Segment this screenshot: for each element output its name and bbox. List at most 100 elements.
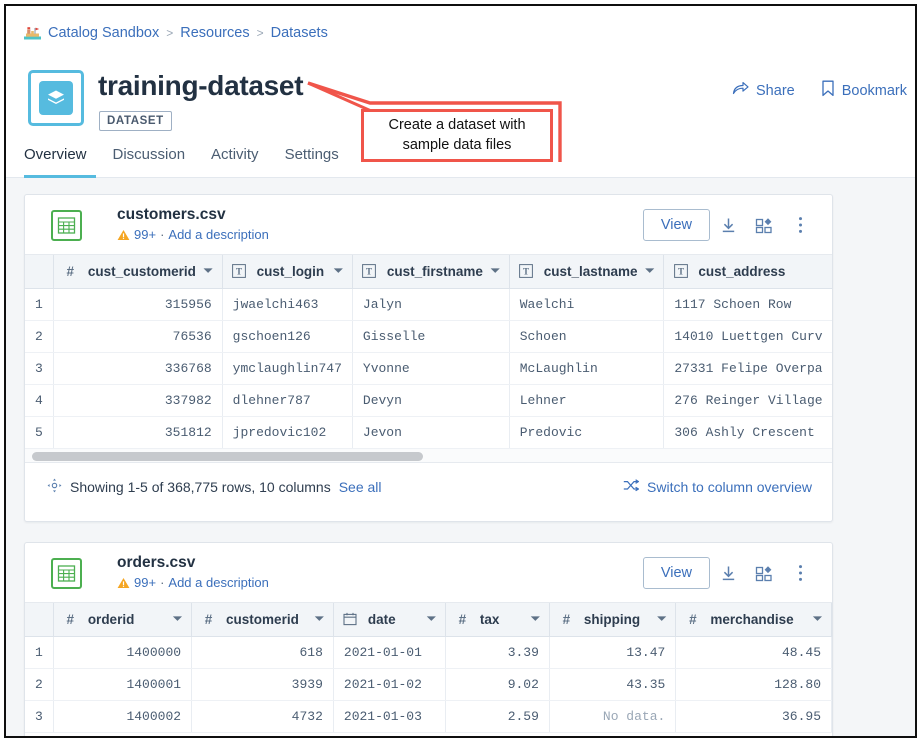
card-footer: Showing 1-5 of 368,775 rows, 10 columns … xyxy=(25,463,832,511)
breadcrumb-item-datasets[interactable]: Datasets xyxy=(271,25,328,41)
chevron-down-icon[interactable]: ⏷ xyxy=(173,613,182,626)
column-header-merchandise[interactable]: # merchandise ⏷ xyxy=(675,603,832,637)
card-header-actions: View xyxy=(642,208,818,242)
more-vertical-icon[interactable] xyxy=(782,208,818,242)
row-index: 2 xyxy=(25,320,54,353)
cell-orderid: 1400000 xyxy=(53,636,193,669)
data-grid-customers[interactable]: # cust_customerid ⏷ T cust_login ⏷ T cus… xyxy=(25,255,832,449)
breadcrumb-item-catalog-sandbox[interactable]: Catalog Sandbox xyxy=(48,25,159,41)
add-to-collection-icon[interactable] xyxy=(746,556,782,590)
download-icon[interactable] xyxy=(710,556,746,590)
column-header-tax[interactable]: # tax ⏷ xyxy=(445,603,550,637)
chevron-down-icon[interactable]: ⏷ xyxy=(531,613,540,626)
row-index: 1 xyxy=(25,636,54,669)
cell-cust_customerid: 337982 xyxy=(53,384,223,417)
csv-file-icon xyxy=(51,558,82,589)
footer-summary: Showing 1-5 of 368,775 rows, 10 columns … xyxy=(47,478,382,496)
chevron-down-icon[interactable]: ⏷ xyxy=(427,613,436,626)
chevron-down-icon[interactable]: ⏷ xyxy=(813,613,822,626)
row-index: 5 xyxy=(25,416,54,449)
cell-tax: 2.59 xyxy=(445,700,550,733)
table-row[interactable]: 2 76536 gschoen126 Gisselle Schoen 14010… xyxy=(25,320,832,353)
add-description-link[interactable]: Add a description xyxy=(168,227,268,242)
add-to-collection-icon[interactable] xyxy=(746,208,782,242)
column-header-cust_address[interactable]: T cust_address xyxy=(663,255,832,289)
column-label: merchandise xyxy=(710,611,794,627)
cell-cust_customerid: 336768 xyxy=(53,352,223,385)
cell-cust_login: ymclaughlin747 xyxy=(222,352,353,385)
table-row[interactable]: 4 337982 dlehner787 Devyn Lehner 276 Rei… xyxy=(25,384,832,417)
tab-overview[interactable]: Overview xyxy=(24,146,87,172)
chevron-down-icon[interactable]: ⏷ xyxy=(315,613,324,626)
add-description-link[interactable]: Add a description xyxy=(168,575,268,590)
table-row[interactable]: 1 315956 jwaelchi463 Jalyn Waelchi 1117 … xyxy=(25,288,832,321)
cell-date: 2021-01-02 xyxy=(333,668,446,701)
page-root: Catalog Sandbox > Resources > Datasets t… xyxy=(6,6,915,736)
switch-to-column-overview-button[interactable]: Switch to column overview xyxy=(623,479,812,495)
column-label: orderid xyxy=(87,611,135,627)
column-header-orderid[interactable]: # orderid ⏷ xyxy=(53,603,193,637)
column-header-cust_login[interactable]: T cust_login ⏷ xyxy=(222,255,353,289)
cell-tax: 3.39 xyxy=(445,636,550,669)
view-button[interactable]: View xyxy=(642,557,710,589)
tab-settings[interactable]: Settings xyxy=(285,146,339,172)
cell-cust_firstname: Gisselle xyxy=(352,320,510,353)
table-row[interactable]: 3 1400002 4732 2021-01-03 2.59 No data. … xyxy=(25,700,832,733)
share-button[interactable]: Share xyxy=(732,81,795,100)
chevron-down-icon[interactable]: ⏷ xyxy=(334,265,343,278)
svg-text:T: T xyxy=(523,267,529,277)
file-name: customers.csv xyxy=(117,206,226,223)
chevron-down-icon[interactable]: ⏷ xyxy=(646,265,655,278)
switch-label: Switch to column overview xyxy=(647,478,812,495)
scrollbar-thumb[interactable] xyxy=(32,451,423,461)
column-header-cust_lastname[interactable]: T cust_lastname ⏷ xyxy=(509,255,665,289)
file-name: orders.csv xyxy=(117,554,196,571)
table-row[interactable]: 1 1400000 618 2021-01-01 3.39 13.47 48.4… xyxy=(25,636,832,669)
cell-cust_address: 276 Reinger Village xyxy=(663,384,832,417)
column-header-shipping[interactable]: # shipping ⏷ xyxy=(549,603,677,637)
bookmark-button[interactable]: Bookmark xyxy=(821,80,907,101)
download-icon[interactable] xyxy=(710,208,746,242)
column-label: cust_customerid xyxy=(87,263,196,279)
warning-count[interactable]: 99+ xyxy=(134,575,156,590)
number-type-icon: # xyxy=(66,611,75,627)
warning-count[interactable]: 99+ xyxy=(134,227,156,242)
column-header-customerid[interactable]: # customerid ⏷ xyxy=(191,603,334,637)
page-title: training-dataset xyxy=(98,70,304,101)
table-row[interactable]: 3 336768 ymclaughlin747 Yvonne McLaughli… xyxy=(25,352,832,385)
csv-file-icon xyxy=(51,210,82,241)
table-header-row: # cust_customerid ⏷ T cust_login ⏷ T cus… xyxy=(25,255,832,289)
breadcrumb-item-resources[interactable]: Resources xyxy=(180,25,249,41)
breadcrumb-separator: > xyxy=(166,25,174,40)
see-all-link[interactable]: See all xyxy=(339,479,382,495)
view-button[interactable]: View xyxy=(642,209,710,241)
resize-grid-icon[interactable] xyxy=(47,478,62,496)
column-header-cust_customerid[interactable]: # cust_customerid ⏷ xyxy=(53,255,223,289)
chevron-down-icon[interactable]: ⏷ xyxy=(491,265,500,278)
tab-activity[interactable]: Activity xyxy=(211,146,259,172)
row-index: 3 xyxy=(25,700,54,733)
bookmark-label: Bookmark xyxy=(841,82,907,99)
dataset-file-card-orders: orders.csv 99+ · Add a description View xyxy=(24,542,833,736)
chevron-down-icon[interactable]: ⏷ xyxy=(658,613,667,626)
table-row[interactable]: 5 351812 jpredovic102 Jevon Predovic 306… xyxy=(25,416,832,449)
column-header-date[interactable]: date ⏷ xyxy=(333,603,446,637)
column-header-cust_firstname[interactable]: T cust_firstname ⏷ xyxy=(352,255,510,289)
cell-merchandise: 48.45 xyxy=(675,636,832,669)
cell-cust_address: 14010 Luettgen Curv xyxy=(663,320,832,353)
card-header: orders.csv 99+ · Add a description View xyxy=(25,543,832,603)
chevron-down-icon[interactable]: ⏷ xyxy=(204,265,213,278)
cell-cust_firstname: Jevon xyxy=(352,416,510,449)
data-table: # cust_customerid ⏷ T cust_login ⏷ T cus… xyxy=(25,255,832,449)
horizontal-scrollbar[interactable] xyxy=(25,448,832,463)
cell-cust_firstname: Yvonne xyxy=(352,352,510,385)
cell-cust_login: dlehner787 xyxy=(222,384,353,417)
data-grid-orders[interactable]: # orderid ⏷ # customerid ⏷ date ⏷ # tax … xyxy=(25,603,832,733)
table-row[interactable]: 2 1400001 3939 2021-01-02 9.02 43.35 128… xyxy=(25,668,832,701)
subline-separator: · xyxy=(160,227,165,242)
breadcrumb-separator: > xyxy=(256,25,264,40)
column-label: tax xyxy=(479,611,500,627)
more-vertical-icon[interactable] xyxy=(782,556,818,590)
layers-stack-icon xyxy=(39,81,73,115)
tab-discussion[interactable]: Discussion xyxy=(113,146,186,172)
